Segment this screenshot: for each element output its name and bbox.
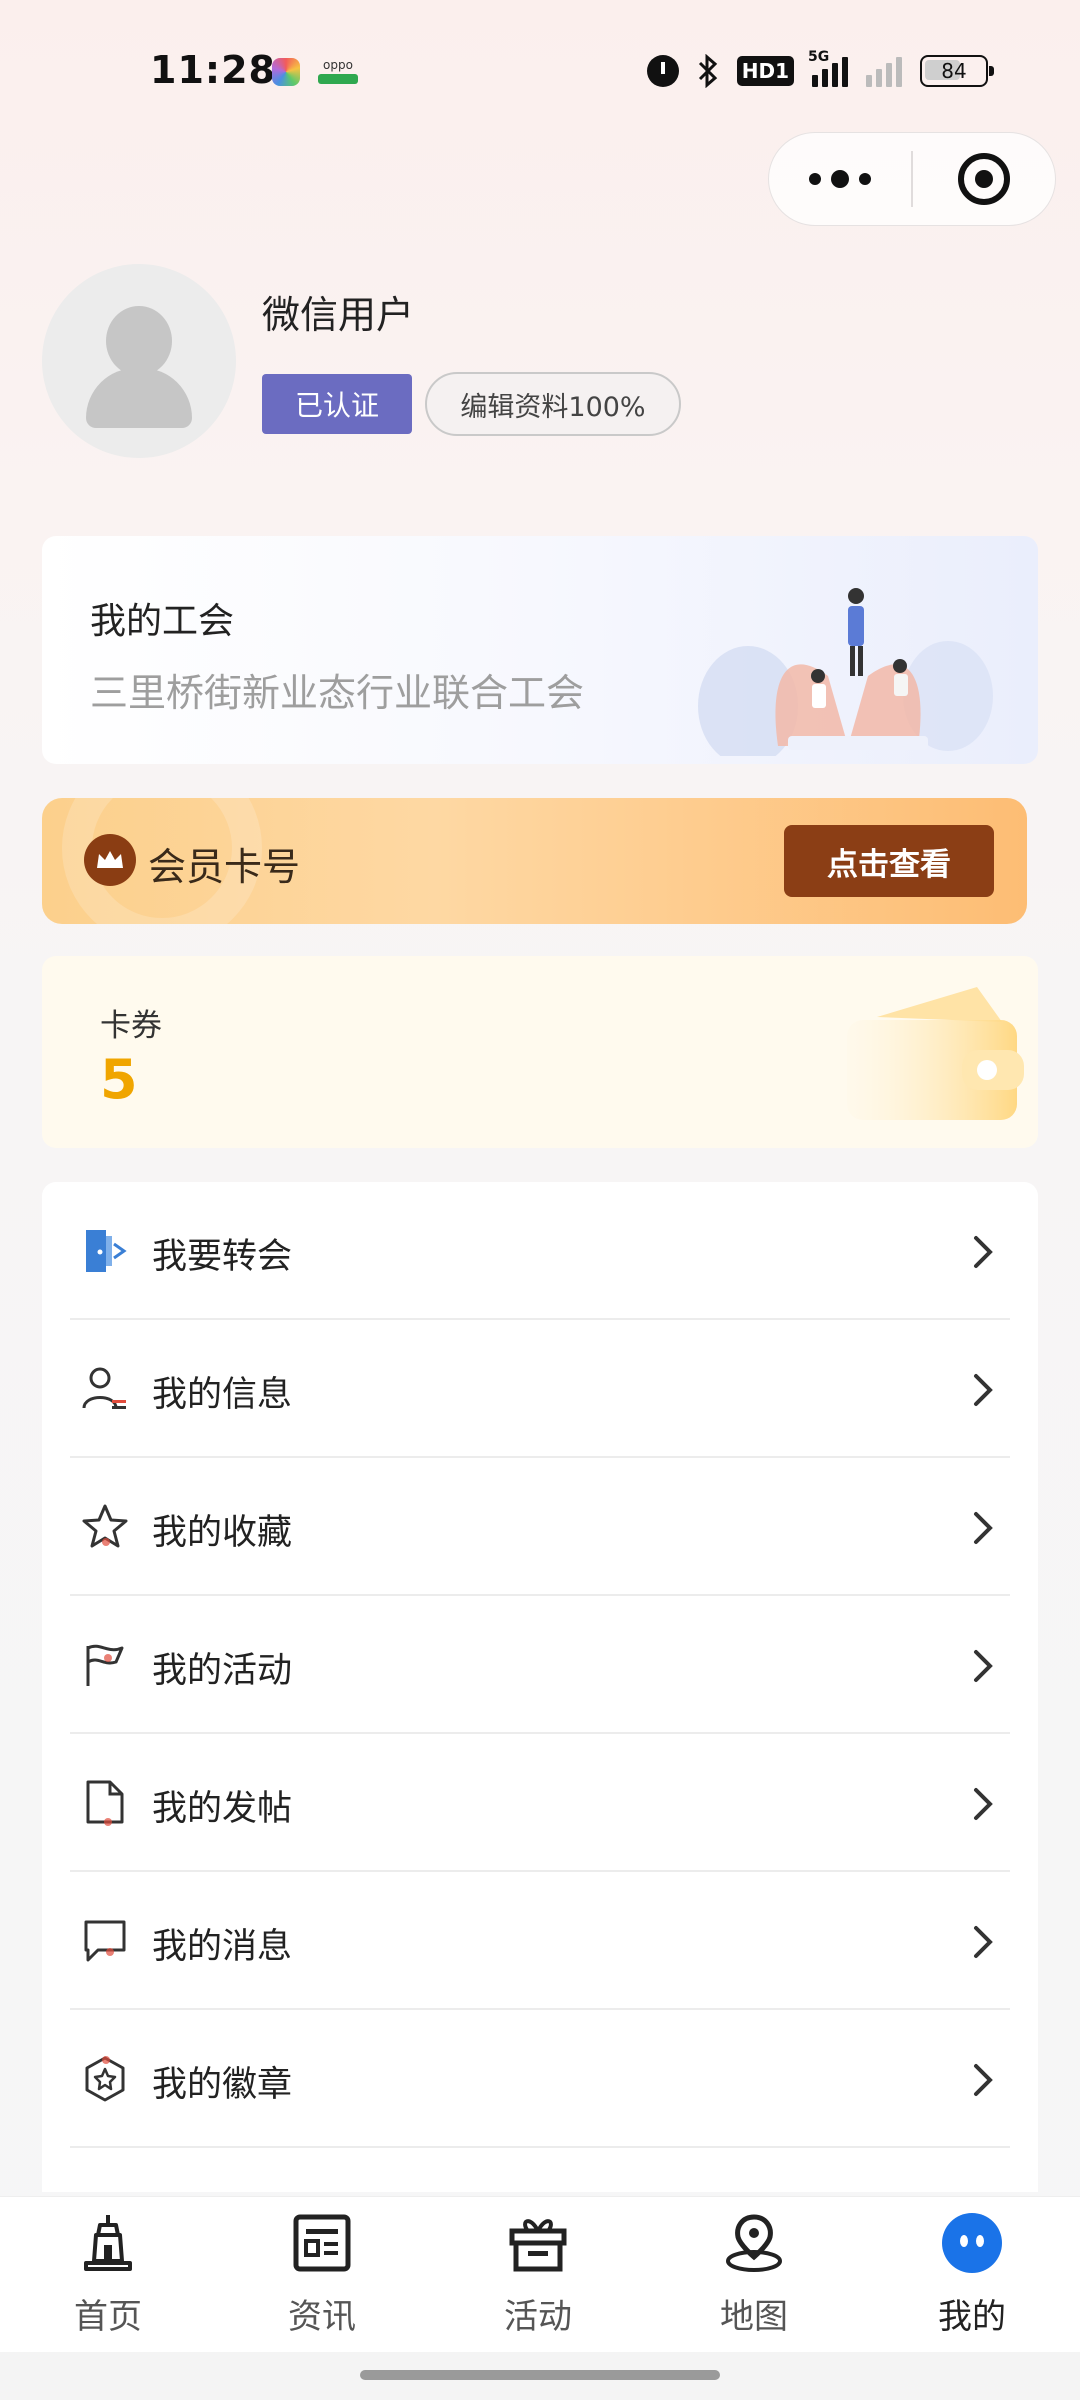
tab-map[interactable]: 地图 xyxy=(674,2211,834,2347)
tab-label: 地图 xyxy=(720,2297,788,2337)
gift-icon xyxy=(509,2219,567,2272)
chevron-right-icon xyxy=(974,1512,993,1544)
star-icon xyxy=(82,1504,128,1548)
menu-label: 我的收藏 xyxy=(152,1513,293,1553)
flag-icon xyxy=(86,1644,124,1686)
oppo-label: oppo xyxy=(323,58,353,72)
battery-icon: 84 xyxy=(920,55,994,87)
menu-item-activities[interactable]: 我的活动 xyxy=(70,1596,1010,1734)
menu-item-info[interactable]: 我的信息 xyxy=(70,1320,1010,1458)
chevron-right-icon xyxy=(974,1236,993,1268)
home-tower-icon xyxy=(84,2215,132,2271)
menu-list: 我要转会 我的信息 我的收藏 我的活动 我的发帖 我的消息 我的徽章 xyxy=(42,1182,1038,2192)
more-menu-icon[interactable] xyxy=(769,133,911,225)
coupon-label: 卡券 xyxy=(100,1008,162,1044)
menu-label: 我的消息 xyxy=(152,1927,293,1967)
menu-label: 我的活动 xyxy=(152,1651,293,1691)
tab-news[interactable]: 资讯 xyxy=(242,2211,402,2347)
avatar[interactable] xyxy=(42,264,236,458)
union-name: 三里桥街新业态行业联合工会 xyxy=(90,671,585,715)
chevron-right-icon xyxy=(974,2064,993,2096)
chevron-right-icon xyxy=(974,1374,993,1406)
status-time: 11:28 xyxy=(150,48,276,92)
tab-label: 我的 xyxy=(938,2297,1006,2337)
tab-label: 活动 xyxy=(504,2297,572,2337)
hd-icon: HD1 xyxy=(736,56,794,86)
menu-label: 我的徽章 xyxy=(152,2065,293,2105)
menu-item-messages[interactable]: 我的消息 xyxy=(70,1872,1010,2010)
message-icon xyxy=(84,1920,126,1962)
union-illustration-icon xyxy=(698,588,993,756)
status-bar: 11:28 oppo HD1 5G 84 xyxy=(0,0,1080,140)
signal-secondary-icon xyxy=(866,55,902,87)
my-union-card[interactable]: 我的工会 三里桥街新业态行业联合工会 xyxy=(42,536,1038,764)
chevron-right-icon xyxy=(974,1788,993,1820)
bluetooth-icon xyxy=(698,54,717,88)
news-icon xyxy=(293,2214,351,2272)
tab-label: 首页 xyxy=(74,2297,142,2337)
badge-icon xyxy=(85,2056,125,2102)
menu-item-transfer[interactable]: 我要转会 xyxy=(70,1182,1010,1320)
user-info-icon xyxy=(82,1367,126,1409)
wallet-icon xyxy=(847,987,1024,1120)
crown-icon xyxy=(84,834,136,886)
menu-item-posts[interactable]: 我的发帖 xyxy=(70,1734,1010,1872)
menu-item-favorites[interactable]: 我的收藏 xyxy=(70,1458,1010,1596)
tab-me[interactable]: 我的 xyxy=(892,2211,1052,2347)
oppo-notification-icon: oppo xyxy=(318,58,358,88)
close-miniprogram-icon[interactable] xyxy=(913,133,1055,225)
bottom-tab-bar: 首页 资讯 活动 地图 我的 xyxy=(0,2196,1080,2352)
menu-label: 我的发帖 xyxy=(152,1789,293,1829)
member-card-banner[interactable]: 会员卡号 点击查看 xyxy=(42,798,1027,924)
map-pin-icon xyxy=(726,2214,782,2272)
member-card-label: 会员卡号 xyxy=(148,845,301,889)
verified-badge: 已认证 xyxy=(262,374,412,434)
chevron-right-icon xyxy=(974,1650,993,1682)
tab-home[interactable]: 首页 xyxy=(28,2211,188,2347)
tab-activities[interactable]: 活动 xyxy=(458,2211,618,2347)
home-indicator[interactable] xyxy=(360,2370,720,2380)
coupon-count: 5 xyxy=(100,1048,138,1111)
menu-item-badges[interactable]: 我的徽章 xyxy=(70,2010,1010,2148)
view-member-card-button[interactable]: 点击查看 xyxy=(784,825,994,897)
tab-label: 资讯 xyxy=(288,2297,356,2337)
battery-level: 84 xyxy=(941,59,967,83)
union-title: 我的工会 xyxy=(90,601,235,642)
chevron-right-icon xyxy=(974,1926,993,1958)
transfer-door-icon xyxy=(86,1230,127,1272)
miniprogram-capsule xyxy=(768,132,1056,226)
coupon-card[interactable]: 卡券 5 xyxy=(42,956,1038,1148)
app-notification-icon xyxy=(272,58,300,86)
signal-5g-icon: 5G xyxy=(808,49,848,87)
username: 微信用户 xyxy=(262,293,415,337)
me-face-icon xyxy=(942,2213,1002,2273)
alarm-icon xyxy=(646,55,679,87)
menu-label: 我的信息 xyxy=(152,1375,293,1415)
document-icon xyxy=(86,1780,124,1826)
menu-label: 我要转会 xyxy=(152,1237,293,1277)
edit-profile-button[interactable]: 编辑资料100% xyxy=(425,372,681,436)
